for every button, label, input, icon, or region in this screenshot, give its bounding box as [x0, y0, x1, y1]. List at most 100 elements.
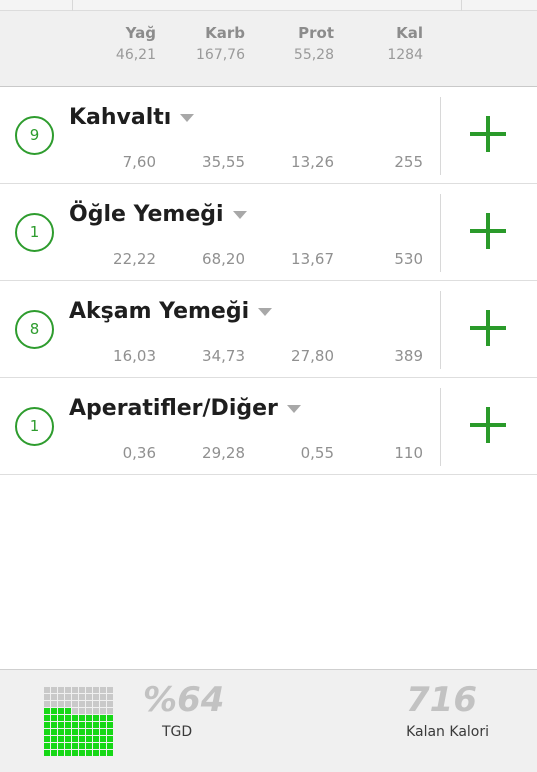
waffle-cell	[107, 701, 113, 707]
waffle-cell	[107, 729, 113, 735]
meal-fat: 16,03	[113, 347, 156, 365]
waffle-cell	[58, 715, 64, 721]
waffle-cell	[86, 729, 92, 735]
waffle-cell	[51, 694, 57, 700]
meal-row-breakfast[interactable]: 9 Kahvaltı 7,60 35,55 13,26 255	[0, 87, 537, 184]
waffle-cell	[72, 701, 78, 707]
divider	[72, 0, 73, 11]
waffle-cell	[65, 736, 71, 742]
waffle-cell	[100, 701, 106, 707]
waffle-cell	[51, 708, 57, 714]
summary-protein-label: Prot	[298, 24, 334, 42]
meal-title-dropdown[interactable]: Öğle Yemeği	[69, 202, 247, 227]
meal-title: Öğle Yemeği	[69, 202, 224, 227]
add-food-button[interactable]	[441, 378, 537, 474]
waffle-cell	[107, 743, 113, 749]
meal-carb: 29,28	[202, 444, 245, 462]
meal-calories: 389	[394, 347, 423, 365]
waffle-cell	[100, 729, 106, 735]
waffle-cell	[79, 701, 85, 707]
waffle-cell	[86, 715, 92, 721]
summary-calories-value: 1284	[387, 47, 423, 63]
waffle-cell	[86, 687, 92, 693]
waffle-cell	[72, 687, 78, 693]
add-food-button[interactable]	[441, 281, 537, 377]
waffle-cell	[86, 722, 92, 728]
meal-row-snacks[interactable]: 1 Aperatifler/Diğer 0,36 29,28 0,55 110	[0, 378, 537, 475]
summary-carb-label: Karb	[205, 24, 245, 42]
waffle-cell	[86, 708, 92, 714]
add-food-button[interactable]	[441, 184, 537, 280]
waffle-cell	[44, 708, 50, 714]
summary-carb-value: 167,76	[196, 47, 245, 63]
meal-row-lunch[interactable]: 1 Öğle Yemeği 22,22 68,20 13,67 530	[0, 184, 537, 281]
waffle-cell	[79, 715, 85, 721]
waffle-cell	[65, 687, 71, 693]
meal-carb: 68,20	[202, 250, 245, 268]
waffle-cell	[51, 701, 57, 707]
waffle-cell	[72, 729, 78, 735]
waffle-cell	[100, 736, 106, 742]
plus-icon	[486, 310, 490, 346]
meal-protein: 0,55	[300, 444, 334, 462]
summary-protein-value: 55,28	[293, 47, 334, 63]
waffle-cell	[93, 701, 99, 707]
plus-icon	[486, 213, 490, 249]
plus-icon	[486, 116, 490, 152]
waffle-cell	[79, 736, 85, 742]
meal-title-dropdown[interactable]: Kahvaltı	[69, 105, 195, 130]
top-strip	[0, 0, 537, 11]
waffle-cell	[100, 722, 106, 728]
meal-title-dropdown[interactable]: Aperatifler/Diğer	[69, 396, 301, 421]
plus-icon	[486, 407, 490, 443]
meal-row-dinner[interactable]: 8 Akşam Yemeği 16,03 34,73 27,80 389	[0, 281, 537, 378]
waffle-cell	[44, 715, 50, 721]
waffle-cell	[58, 750, 64, 756]
waffle-cell	[44, 701, 50, 707]
waffle-cell	[58, 701, 64, 707]
meal-calories: 110	[394, 444, 423, 462]
waffle-cell	[65, 715, 71, 721]
meal-title: Akşam Yemeği	[69, 299, 250, 324]
waffle-cell	[93, 736, 99, 742]
waffle-cell	[86, 694, 92, 700]
waffle-cell	[51, 750, 57, 756]
waffle-cell	[72, 736, 78, 742]
waffle-cell	[72, 694, 78, 700]
summary-fat-label: Yağ	[125, 24, 156, 42]
waffle-cell	[93, 694, 99, 700]
waffle-cell	[93, 687, 99, 693]
meal-item-count-badge: 9	[15, 116, 54, 155]
summary-fat-value: 46,21	[115, 47, 156, 63]
add-food-button[interactable]	[441, 87, 537, 183]
waffle-cell	[107, 736, 113, 742]
meal-calories: 530	[394, 250, 423, 268]
meal-calories: 255	[394, 153, 423, 171]
waffle-cell	[79, 743, 85, 749]
waffle-cell	[51, 715, 57, 721]
waffle-cell	[58, 694, 64, 700]
waffle-cell	[93, 722, 99, 728]
tgd-progress-waffle	[44, 687, 114, 757]
waffle-cell	[72, 715, 78, 721]
meal-title-dropdown[interactable]: Akşam Yemeği	[69, 299, 273, 324]
waffle-cell	[44, 722, 50, 728]
waffle-cell	[93, 715, 99, 721]
meal-fat: 0,36	[122, 444, 156, 462]
meal-item-count-badge: 1	[15, 407, 54, 446]
meal-carb: 34,73	[202, 347, 245, 365]
caret-down-icon	[180, 114, 195, 122]
waffle-cell	[72, 708, 78, 714]
waffle-cell	[86, 743, 92, 749]
waffle-cell	[107, 750, 113, 756]
waffle-cell	[86, 750, 92, 756]
daily-summary: Yağ 46,21 Karb 167,76 Prot 55,28 Kal 128…	[0, 11, 537, 87]
waffle-cell	[58, 687, 64, 693]
remaining-calories-value: 716	[406, 680, 477, 720]
caret-down-icon	[232, 211, 247, 219]
waffle-cell	[79, 750, 85, 756]
divider	[461, 0, 462, 11]
waffle-cell	[93, 729, 99, 735]
waffle-cell	[44, 729, 50, 735]
caret-down-icon	[286, 405, 301, 413]
